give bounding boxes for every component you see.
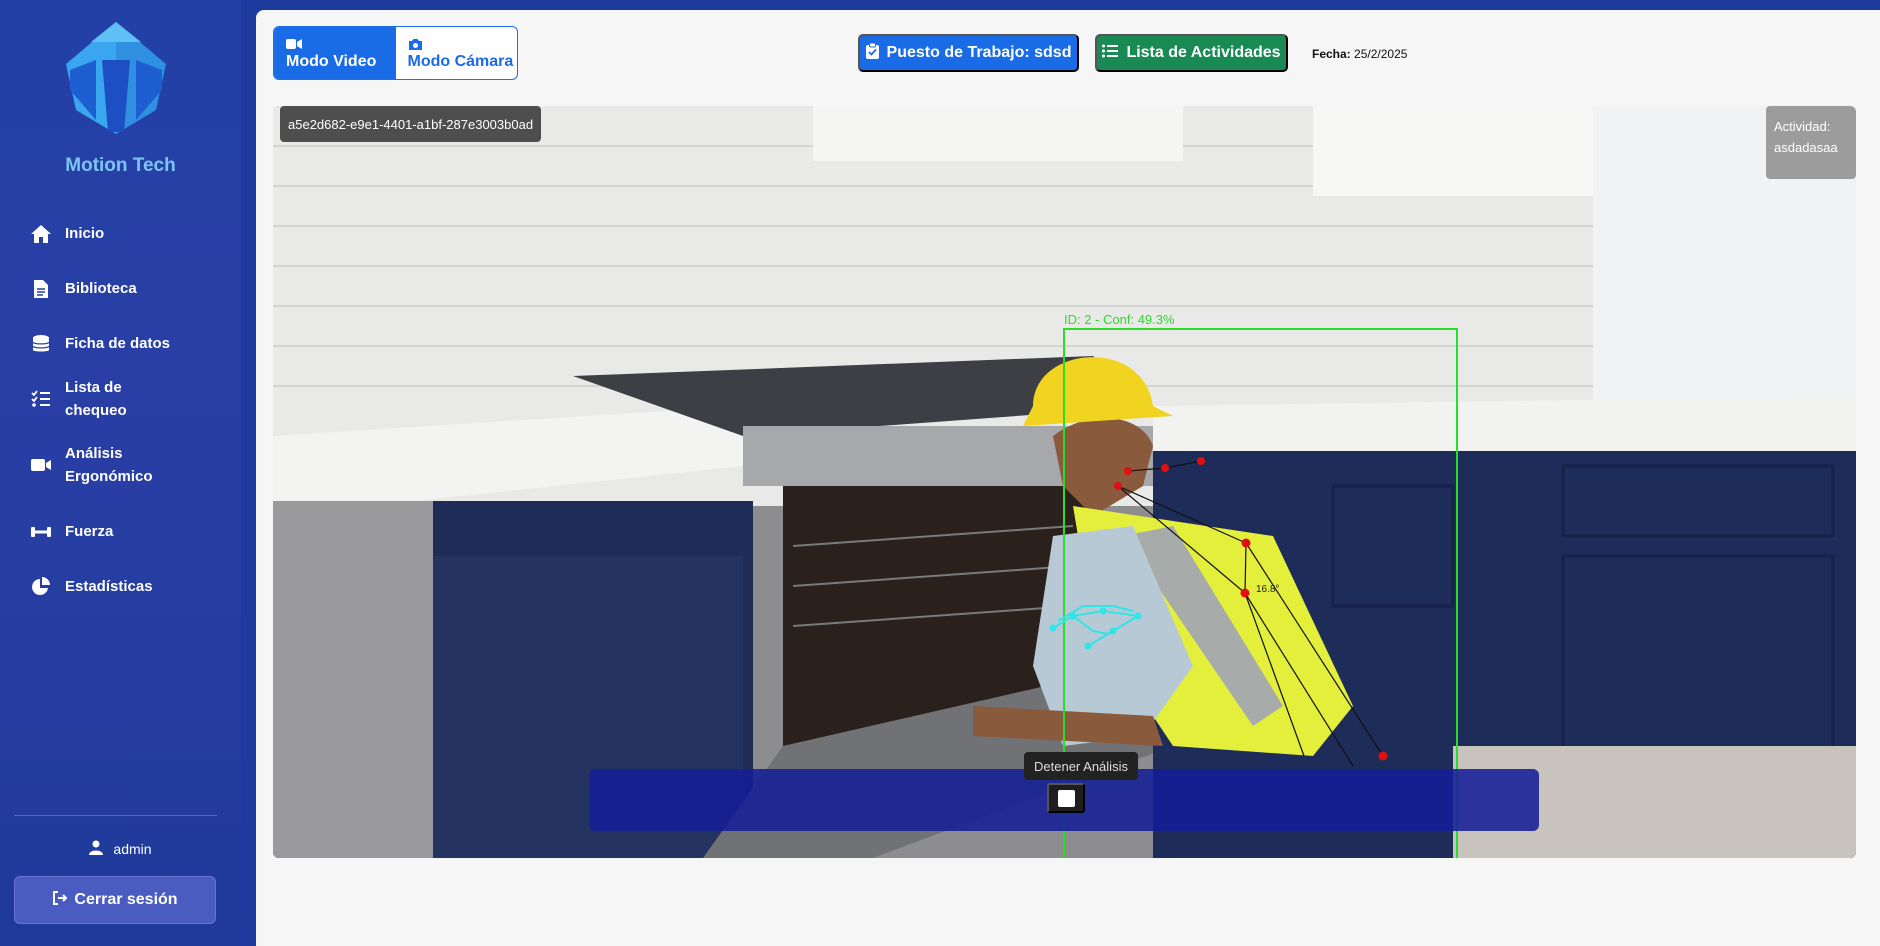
activity-value: asdadasaa [1774, 140, 1838, 155]
logout-icon [52, 890, 68, 910]
motion-tech-logo [56, 20, 176, 136]
stop-analysis-button[interactable] [1047, 783, 1085, 813]
session-id-badge: a5e2d682-e9e1-4401-a1bf-287e3003b0ad [280, 106, 542, 142]
video-camera-icon [29, 453, 53, 477]
sidebar-item-label: Ficha de datos [65, 335, 171, 352]
detection-label: ID: 2 - Conf: 49.3% [1064, 312, 1175, 327]
username: admin [113, 841, 152, 857]
work-station-label: Puesto de Trabajo: sdsd [886, 44, 1072, 61]
brand-name: Motion Tech [65, 155, 176, 176]
dumbbell-icon [29, 520, 53, 544]
camera-icon [408, 35, 518, 53]
user-icon [89, 840, 104, 858]
mode-camera-button[interactable]: Modo Cámara [396, 27, 518, 79]
main-content: Modo Video Modo Cámara Puesto de Trabajo… [256, 10, 1880, 946]
sidebar-divider [14, 815, 217, 816]
activity-label: Actividad: [1774, 119, 1831, 134]
video-player[interactable]: 16.8° a5e2d682-e9e1-4401-a1bf-287e3003b0… [273, 106, 1856, 858]
user-info: admin [0, 840, 241, 858]
sidebar-item-label: Lista de chequeo [65, 378, 127, 419]
sidebar-item-lista-de-chequeo[interactable]: Lista de chequeo [0, 371, 241, 426]
date-value: 25/2/2025 [1354, 47, 1408, 61]
mode-camera-label: Modo Cámara [407, 53, 514, 70]
sidebar-nav: Inicio Biblioteca Ficha de datos Lista d… [0, 206, 241, 614]
file-icon [29, 277, 53, 301]
activities-list-label: Lista de Actividades [1126, 44, 1281, 61]
sidebar-item-label: Biblioteca [65, 280, 137, 297]
sidebar-item-label: Fuerza [65, 523, 114, 540]
mode-toggle: Modo Video Modo Cámara [273, 26, 518, 80]
logout-label: Cerrar sesión [74, 891, 178, 908]
video-camera-icon [286, 35, 396, 53]
sidebar-item-analisis-ergonomico[interactable]: Análisis Ergonómico [0, 426, 241, 504]
sidebar-item-fuerza[interactable]: Fuerza [0, 504, 241, 559]
clipboard-check-icon [865, 42, 879, 64]
mode-video-label: Modo Video [286, 53, 377, 70]
sidebar-item-inicio[interactable]: Inicio [0, 206, 241, 261]
content-bottom-area [273, 866, 1856, 938]
activity-badge: Actividad: asdadasaa [1766, 106, 1856, 179]
stop-icon [1057, 789, 1075, 807]
video-frame-image [273, 106, 1856, 858]
work-station-button[interactable]: Puesto de Trabajo: sdsd [858, 34, 1079, 72]
checklist-icon [29, 387, 53, 411]
sidebar-item-estadisticas[interactable]: Estadísticas [0, 559, 241, 614]
sidebar-item-label: Análisis Ergonómico [65, 445, 153, 485]
logout-button[interactable]: Cerrar sesión [14, 876, 216, 924]
sidebar-item-biblioteca[interactable]: Biblioteca [0, 261, 241, 316]
home-icon [29, 222, 53, 246]
list-icon [1102, 44, 1119, 63]
sidebar-item-label: Inicio [65, 225, 105, 242]
angle-label: 16.8° [1256, 584, 1280, 595]
date-display: Fecha: 25/2/2025 [1312, 47, 1407, 61]
mode-video-button[interactable]: Modo Video [274, 27, 396, 79]
sidebar-item-ficha-de-datos[interactable]: Ficha de datos [0, 316, 241, 371]
pie-chart-icon [29, 575, 53, 599]
sidebar-item-label: Estadísticas [65, 578, 153, 595]
sidebar: Motion Tech Inicio Biblioteca Ficha de d… [0, 0, 241, 946]
date-label: Fecha: [1312, 47, 1351, 61]
database-icon [29, 332, 53, 356]
stop-analysis-tooltip: Detener Análisis [1024, 752, 1138, 780]
activities-list-button[interactable]: Lista de Actividades [1095, 34, 1288, 72]
